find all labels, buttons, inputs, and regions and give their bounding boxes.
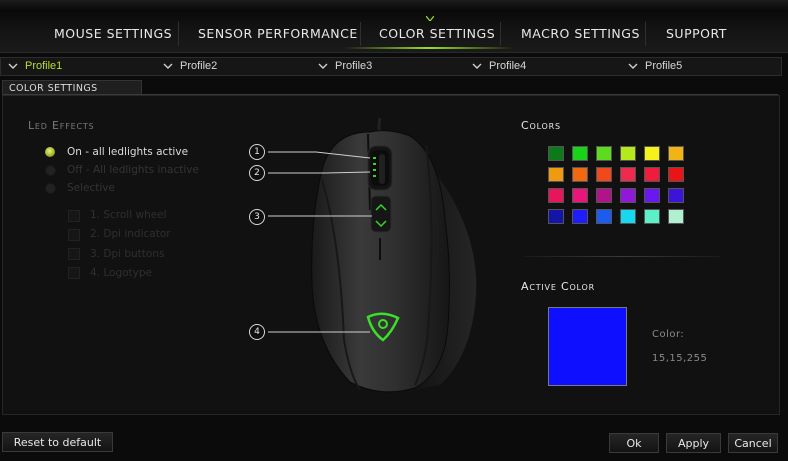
color-label: Color:: [652, 329, 685, 340]
profile-2[interactable]: Profile2: [156, 58, 311, 75]
dpi-indicator-label: 2. Dpi indicator: [90, 228, 171, 240]
color-swatch[interactable]: [548, 188, 564, 203]
color-swatch[interactable]: [572, 146, 588, 161]
color-swatch[interactable]: [572, 209, 588, 224]
profile-label: Profile3: [335, 60, 373, 72]
color-swatch[interactable]: [596, 188, 612, 203]
marker-4: 4: [249, 324, 265, 340]
checkbox-dpi-buttons[interactable]: [68, 248, 80, 260]
color-value: 15,15,255: [652, 353, 708, 364]
chevron-down-icon: [163, 63, 173, 69]
tab-support[interactable]: SUPPORT: [666, 26, 727, 41]
radio-on[interactable]: [45, 147, 55, 157]
color-swatch[interactable]: [596, 146, 612, 161]
marker-3: 3: [249, 209, 265, 225]
chevron-down-icon: [8, 63, 18, 69]
color-swatch[interactable]: [668, 167, 684, 182]
tab-separator: [500, 22, 501, 46]
colors-title: Colors: [521, 119, 561, 132]
color-swatch[interactable]: [644, 188, 660, 203]
color-swatch[interactable]: [668, 146, 684, 161]
profile-label: Profile1: [25, 60, 63, 72]
chevron-down-icon: [472, 63, 482, 69]
color-swatch[interactable]: [620, 146, 636, 161]
color-swatch[interactable]: [620, 167, 636, 182]
color-swatch[interactable]: [620, 209, 636, 224]
color-swatch[interactable]: [596, 209, 612, 224]
color-swatch[interactable]: [620, 188, 636, 203]
profile-4[interactable]: Profile4: [465, 58, 620, 75]
color-swatch[interactable]: [548, 167, 564, 182]
tab-separator: [360, 22, 361, 46]
reset-to-default-button[interactable]: Reset to default: [2, 432, 113, 452]
radio-selective[interactable]: [45, 183, 56, 194]
apply-button[interactable]: Apply: [666, 433, 721, 453]
profile-bar: Profile1 Profile2 Profile3 Profile4 Prof…: [0, 57, 782, 76]
dpi-buttons-label: 3. Dpi buttons: [90, 248, 165, 260]
option-selective-label: Selective: [67, 182, 115, 194]
panel-divider: [2, 94, 778, 95]
top-edge: [0, 0, 788, 10]
color-swatch[interactable]: [572, 167, 588, 182]
section-divider: [525, 256, 720, 257]
ok-button[interactable]: Ok: [609, 433, 659, 453]
checkbox-dpi-indicator[interactable]: [68, 229, 80, 241]
option-on-label: On - all ledlights active: [67, 146, 189, 158]
color-swatch[interactable]: [644, 146, 660, 161]
profile-label: Profile5: [645, 60, 683, 72]
chevron-down-icon: [628, 63, 638, 69]
active-tab-indicator-icon: [426, 16, 434, 21]
tab-separator: [645, 22, 646, 46]
checkbox-scroll-wheel[interactable]: [68, 210, 80, 222]
profile-1[interactable]: Profile1: [1, 58, 156, 75]
profile-label: Profile2: [180, 60, 218, 72]
chevron-down-icon: [318, 63, 328, 69]
cancel-button[interactable]: Cancel: [728, 433, 778, 453]
logotype-label: 4. Logotype: [90, 267, 152, 279]
active-color-title: Active Color: [521, 280, 595, 293]
color-swatch[interactable]: [548, 209, 564, 224]
color-swatch[interactable]: [668, 209, 684, 224]
color-swatch[interactable]: [596, 167, 612, 182]
active-tab-underline: [344, 47, 514, 49]
color-swatch[interactable]: [668, 188, 684, 203]
tab-mouse-settings[interactable]: MOUSE SETTINGS: [54, 26, 172, 41]
profile-label: Profile4: [489, 60, 527, 72]
profile-5[interactable]: Profile5: [621, 58, 779, 75]
radio-off[interactable]: [45, 165, 56, 176]
profile-3[interactable]: Profile3: [311, 58, 466, 75]
marker-1: 1: [249, 144, 265, 160]
checkbox-logotype[interactable]: [68, 267, 80, 279]
marker-2: 2: [249, 165, 265, 181]
tab-macro-settings[interactable]: MACRO SETTINGS: [521, 26, 640, 41]
active-color-swatch: [548, 307, 627, 386]
mouse-illustration: [268, 117, 477, 393]
tab-sensor-performance[interactable]: SENSOR PERFORMANCE: [198, 26, 358, 41]
color-swatch[interactable]: [644, 167, 660, 182]
option-off-label: Off - All ledlights inactive: [67, 164, 199, 176]
color-swatch[interactable]: [548, 146, 564, 161]
top-nav: MOUSE SETTINGS SENSOR PERFORMANCE COLOR …: [0, 0, 788, 53]
color-swatch[interactable]: [572, 188, 588, 203]
tab-separator: [178, 22, 179, 46]
panel-tab-color-settings: COLOR SETTINGS: [2, 80, 142, 95]
scroll-wheel-label: 1. Scroll wheel: [90, 209, 167, 221]
led-effects-title: Led Effects: [28, 119, 95, 132]
color-swatch[interactable]: [644, 209, 660, 224]
tab-color-settings[interactable]: COLOR SETTINGS: [379, 26, 495, 41]
